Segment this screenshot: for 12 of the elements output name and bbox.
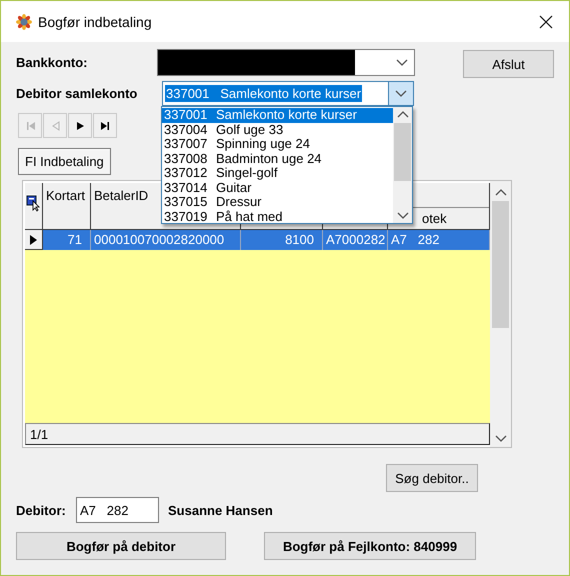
table-cell: 000010070002820000 xyxy=(91,230,241,250)
table-cell: A7000282 xyxy=(323,230,388,250)
record-counter: 1/1 xyxy=(25,423,490,445)
field-label: Bankkonto: xyxy=(16,54,88,70)
debtor-name: Susanne Hansen xyxy=(168,502,273,518)
window-title: Bogfør indbetaling xyxy=(38,14,153,30)
table-cell: 71 xyxy=(43,230,91,250)
field-label: Debitor: xyxy=(16,502,67,518)
table-cell: A7 282 xyxy=(388,230,490,250)
table-cell: 8100 xyxy=(241,230,323,250)
selected-value: 337001 Samlekonto korte kurser xyxy=(165,85,362,102)
field-label: Debitor samlekonto xyxy=(16,86,138,101)
